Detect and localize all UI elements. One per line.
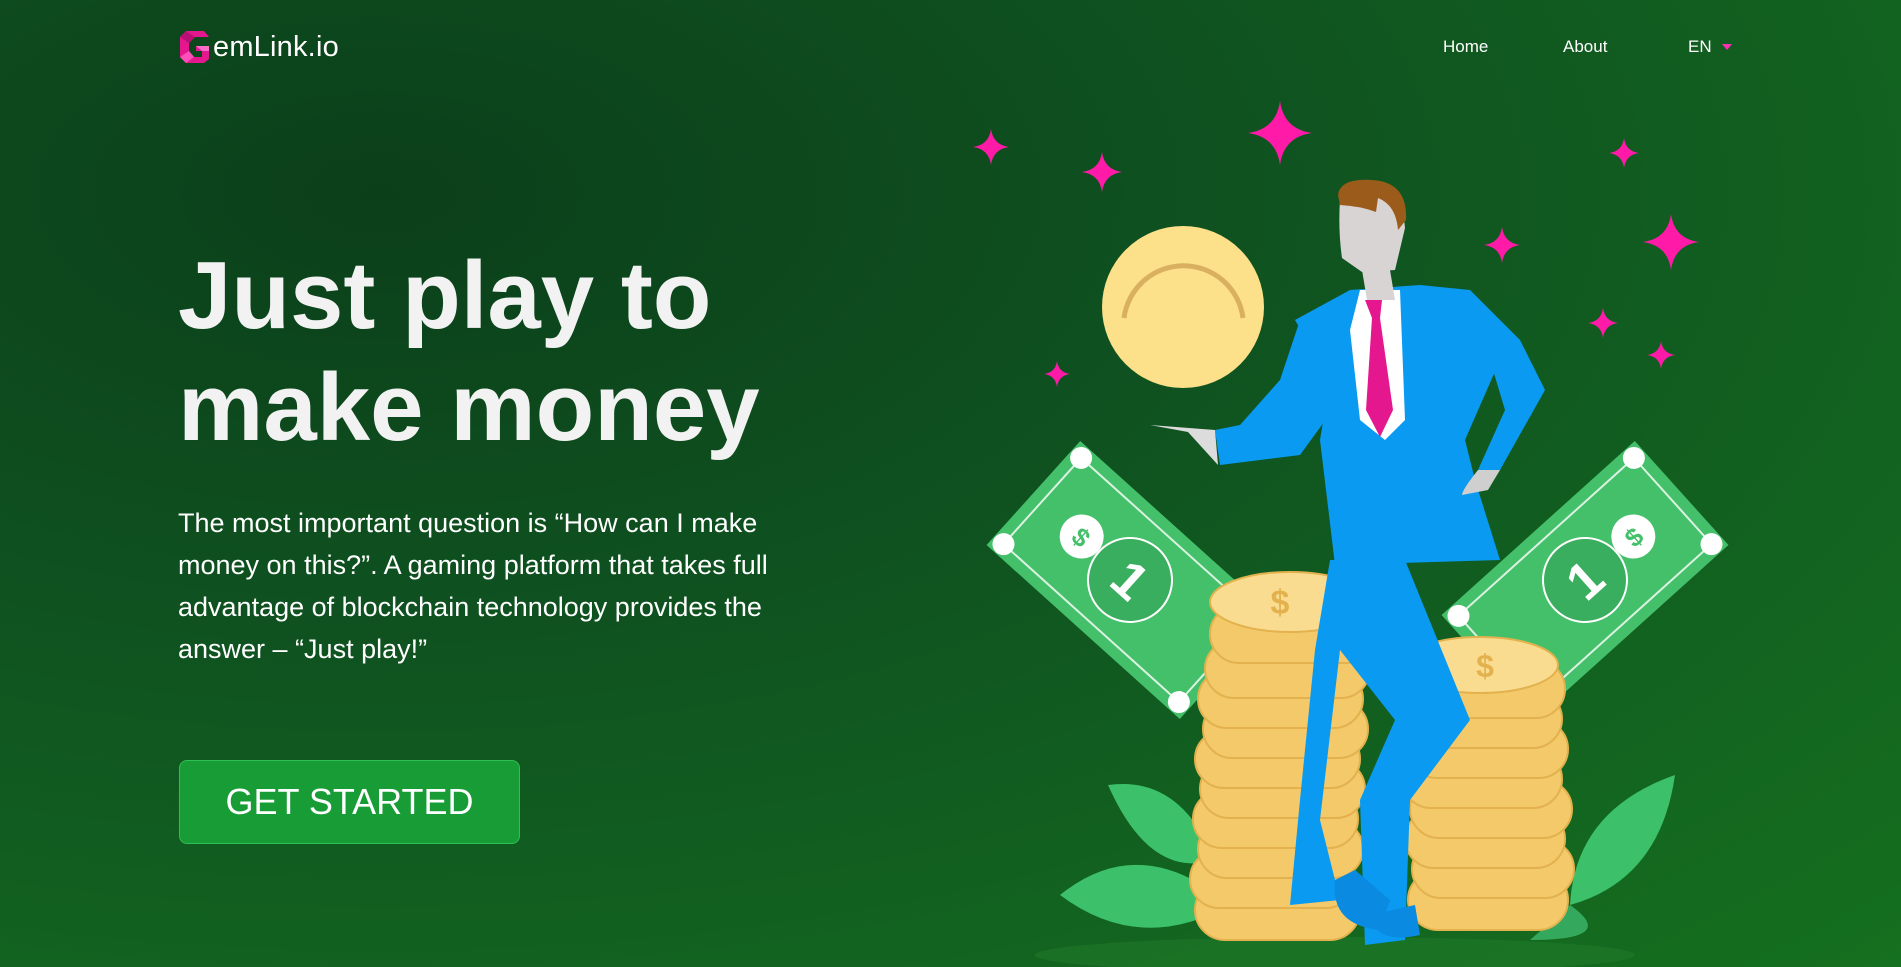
svg-text:$: $: [1271, 584, 1290, 622]
sparkle-icon: [1588, 308, 1618, 338]
brand-logo[interactable]: emLink.io: [178, 30, 339, 64]
sparkle-icon: [1248, 101, 1312, 165]
sparkle-icon: [1643, 214, 1699, 270]
caret-down-icon: [1721, 44, 1732, 50]
gem-g-logo-icon: [180, 31, 209, 63]
nav-home-link[interactable]: Home: [1443, 37, 1488, 57]
floating-coin: [1102, 226, 1264, 388]
sparkle-icon: [1082, 152, 1122, 192]
sparkle-icon: [1609, 138, 1639, 168]
nav-about-link[interactable]: About: [1563, 37, 1607, 57]
hero-title-line-1: Just play to: [178, 242, 712, 349]
brand-name: emLink.io: [213, 30, 339, 63]
hero-title-line-2: make money: [178, 354, 760, 461]
hero-title: Just play to make money: [178, 240, 878, 464]
sparkle-icon: [1484, 227, 1520, 263]
sparkle-icon: [1647, 341, 1675, 369]
language-selector[interactable]: EN: [1688, 37, 1732, 57]
svg-text:$: $: [1476, 648, 1494, 684]
ground-shadow: [1035, 937, 1635, 967]
sparkle-icon: [973, 129, 1009, 165]
site-header: emLink.io Home About EN: [0, 0, 1901, 100]
sparkle-icon: [1044, 361, 1070, 387]
businessman-money-illustration: 1 $ 1 $ $ $: [973, 101, 1729, 967]
language-label: EN: [1688, 37, 1712, 56]
hero-description: The most important question is “How can …: [178, 508, 768, 664]
get-started-button[interactable]: GET STARTED: [179, 760, 520, 844]
